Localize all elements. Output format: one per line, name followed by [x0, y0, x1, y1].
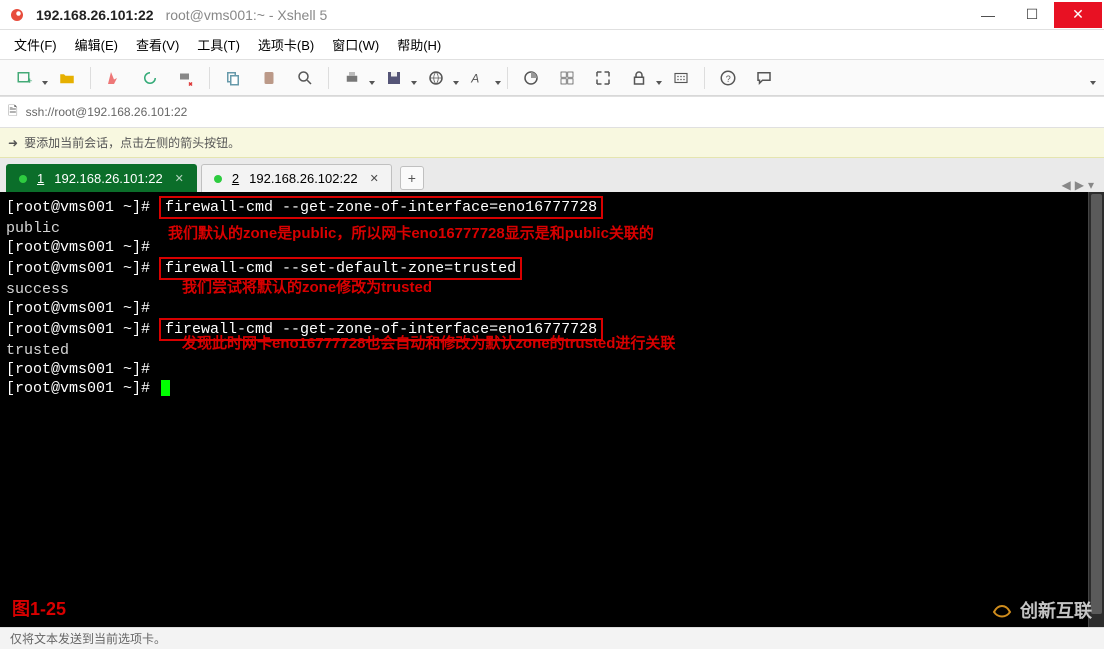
shell-prompt: [root@vms001 ~]# — [6, 260, 159, 277]
toolbar-separator — [507, 67, 508, 89]
app-icon — [8, 6, 26, 24]
print-icon[interactable] — [335, 64, 369, 92]
menu-tools[interactable]: 工具(T) — [191, 32, 246, 57]
terminal-line: [root@vms001 ~]# — [6, 299, 1098, 318]
status-dot-icon — [214, 175, 222, 183]
plug-x-icon[interactable] — [169, 64, 203, 92]
terminal-line: [root@vms001 ~]# — [6, 360, 1098, 379]
menu-edit[interactable]: 编辑(E) — [69, 32, 124, 57]
chevron-down-icon[interactable] — [656, 81, 662, 85]
menu-window[interactable]: 窗口(W) — [326, 32, 385, 57]
menu-view[interactable]: 查看(V) — [130, 32, 185, 57]
status-text: 仅将文本发送到当前选项卡。 — [10, 630, 166, 647]
shell-prompt: [root@vms001 ~]# — [6, 361, 150, 378]
color-swatch-icon[interactable] — [514, 64, 548, 92]
terminal-plus-icon[interactable]: + — [8, 64, 42, 92]
menu-bar: 文件(F) 编辑(E) 查看(V) 工具(T) 选项卡(B) 窗口(W) 帮助(… — [0, 30, 1104, 60]
pointer-icon[interactable] — [97, 64, 131, 92]
terminal-line: [root@vms001 ~]# firewall-cmd --set-defa… — [6, 257, 1098, 280]
add-tab-button[interactable]: + — [400, 166, 424, 190]
refresh-icon[interactable] — [133, 64, 167, 92]
annotation-text: 我们默认的zone是public，所以网卡eno16777728显示是和publ… — [168, 224, 654, 243]
tab-close-icon[interactable]: ✕ — [175, 172, 184, 185]
annotation-text: 我们尝试将默认的zone修改为trusted — [182, 278, 432, 297]
folder-open-icon[interactable] — [50, 64, 84, 92]
annotation-text: 发现此时网卡eno16777728也会自动和修改为默认zone的trusted进… — [182, 334, 675, 353]
lock-icon[interactable] — [622, 64, 656, 92]
expand-icon[interactable] — [586, 64, 620, 92]
tab-label: 192.168.26.102:22 — [249, 171, 357, 186]
terminal-cursor — [161, 380, 170, 396]
toolbar: + A ? — [0, 60, 1104, 96]
chevron-down-icon[interactable] — [453, 81, 459, 85]
status-bar: 仅将文本发送到当前选项卡。 — [0, 627, 1104, 649]
shell-prompt: [root@vms001 ~]# — [6, 380, 159, 397]
save-icon[interactable] — [377, 64, 411, 92]
chat-icon[interactable] — [747, 64, 781, 92]
shell-prompt: [root@vms001 ~]# — [6, 239, 150, 256]
shell-command: firewall-cmd --set-default-zone=trusted — [159, 257, 522, 280]
svg-text:+: + — [27, 76, 32, 86]
menu-help[interactable]: 帮助(H) — [391, 32, 447, 57]
figure-label: 图1-25 — [12, 600, 66, 619]
shell-command: firewall-cmd --get-zone-of-interface=eno… — [159, 196, 603, 219]
toolbar-separator — [328, 67, 329, 89]
chevron-down-icon[interactable] — [369, 81, 375, 85]
address-url: ssh://root@192.168.26.101:22 — [26, 105, 188, 119]
window-title-main: 192.168.26.101:22 — [36, 7, 154, 23]
help-icon[interactable]: ? — [711, 64, 745, 92]
tab-index: 1 — [37, 171, 44, 186]
maximize-button[interactable]: ☐ — [1010, 2, 1054, 28]
menu-file[interactable]: 文件(F) — [8, 32, 63, 57]
title-bar: 192.168.26.101:22 root@vms001:~ - Xshell… — [0, 0, 1104, 30]
terminal-line: [root@vms001 ~]# firewall-cmd --get-zone… — [6, 196, 1098, 219]
chevron-down-icon[interactable] — [411, 81, 417, 85]
toolbar-separator — [209, 67, 210, 89]
scrollbar-thumb[interactable] — [1091, 194, 1102, 614]
shell-prompt: [root@vms001 ~]# — [6, 199, 159, 216]
terminal-scrollbar[interactable] — [1088, 192, 1104, 627]
tab-menu-icon[interactable]: ▾ — [1088, 178, 1094, 192]
session-tab-bar: 1 192.168.26.101:22 ✕ 2 192.168.26.102:2… — [0, 158, 1104, 192]
shell-output: success — [6, 280, 1098, 299]
address-bar[interactable]: 🗎 ssh://root@192.168.26.101:22 — [0, 96, 1104, 128]
toolbar-separator — [704, 67, 705, 89]
keypad-icon[interactable] — [664, 64, 698, 92]
status-dot-icon — [19, 175, 27, 183]
tab-close-icon[interactable]: ✕ — [370, 172, 379, 185]
svg-text:A: A — [470, 71, 479, 85]
font-icon[interactable]: A — [461, 64, 495, 92]
arrow-icon[interactable]: ➜ — [8, 136, 18, 150]
tab-index: 2 — [232, 171, 239, 186]
window-controls: — ☐ ✕ — [966, 2, 1102, 28]
close-button[interactable]: ✕ — [1054, 2, 1102, 28]
tab-prev-icon[interactable]: ◀ — [1062, 178, 1071, 192]
tile-icon[interactable] — [550, 64, 584, 92]
chevron-down-icon[interactable] — [1090, 81, 1096, 85]
terminal-pane[interactable]: [root@vms001 ~]# firewall-cmd --get-zone… — [0, 192, 1104, 627]
globe-icon[interactable] — [419, 64, 453, 92]
lock-inline-icon: 🗎 — [8, 102, 18, 123]
window-title-sub: root@vms001:~ - Xshell 5 — [166, 7, 328, 23]
shell-prompt: [root@vms001 ~]# — [6, 321, 159, 338]
paste-icon[interactable] — [252, 64, 286, 92]
tab-label: 192.168.26.101:22 — [54, 171, 162, 186]
tab-nav-arrows: ◀ ▶ ▾ — [1062, 178, 1099, 192]
search-icon[interactable] — [288, 64, 322, 92]
tab-next-icon[interactable]: ▶ — [1075, 178, 1084, 192]
session-tab-1[interactable]: 1 192.168.26.101:22 ✕ — [6, 164, 197, 192]
chevron-down-icon[interactable] — [42, 81, 48, 85]
svg-text:?: ? — [726, 73, 731, 83]
copy-icon[interactable] — [216, 64, 250, 92]
shell-prompt: [root@vms001 ~]# — [6, 300, 150, 317]
hint-bar: ➜ 要添加当前会话，点击左侧的箭头按钮。 — [0, 128, 1104, 158]
menu-tab[interactable]: 选项卡(B) — [252, 32, 320, 57]
hint-text: 要添加当前会话，点击左侧的箭头按钮。 — [24, 134, 240, 151]
session-tab-2[interactable]: 2 192.168.26.102:22 ✕ — [201, 164, 392, 192]
chevron-down-icon[interactable] — [495, 81, 501, 85]
terminal-line: [root@vms001 ~]# — [6, 379, 1098, 398]
minimize-button[interactable]: — — [966, 2, 1010, 28]
toolbar-separator — [90, 67, 91, 89]
